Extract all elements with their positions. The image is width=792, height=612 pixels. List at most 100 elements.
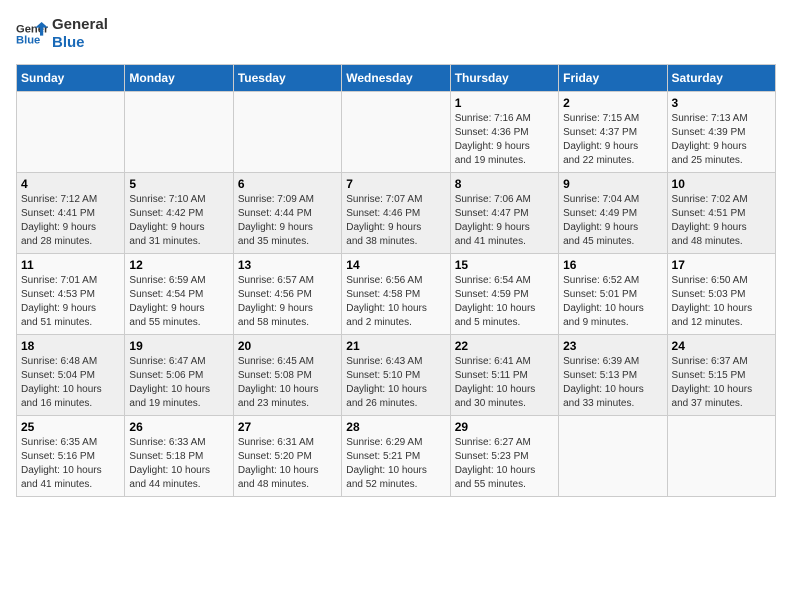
- day-number: 24: [672, 339, 771, 353]
- weekday-header-wednesday: Wednesday: [342, 65, 450, 92]
- logo: General Blue General Blue: [16, 16, 108, 52]
- day-number: 20: [238, 339, 337, 353]
- day-info: Sunrise: 7:15 AM Sunset: 4:37 PM Dayligh…: [563, 112, 662, 168]
- day-number: 7: [346, 177, 445, 191]
- calendar-cell: 3 Sunrise: 7:13 AM Sunset: 4:39 PM Daylig…: [667, 92, 775, 173]
- day-info: Sunrise: 7:01 AM Sunset: 4:53 PM Dayligh…: [21, 274, 120, 330]
- day-number: 28: [346, 420, 445, 434]
- day-number: 29: [455, 420, 554, 434]
- calendar-cell: [17, 92, 125, 173]
- day-number: 9: [563, 177, 662, 191]
- day-info: Sunrise: 7:13 AM Sunset: 4:39 PM Dayligh…: [672, 112, 771, 168]
- day-number: 11: [21, 258, 120, 272]
- day-info: Sunrise: 6:35 AM Sunset: 5:16 PM Dayligh…: [21, 436, 120, 492]
- svg-text:Blue: Blue: [16, 35, 40, 47]
- day-info: Sunrise: 6:39 AM Sunset: 5:13 PM Dayligh…: [563, 355, 662, 411]
- calendar-cell: 17Sunrise: 6:50 AM Sunset: 5:03 PM Dayli…: [667, 254, 775, 335]
- calendar-cell: 14 Sunrise: 6:56 AM Sunset: 4:58 PM Dayli…: [342, 254, 450, 335]
- weekday-header-sunday: Sunday: [17, 65, 125, 92]
- calendar-cell: 6 Sunrise: 7:09 AM Sunset: 4:44 PM Daylig…: [233, 173, 341, 254]
- logo-icon: General Blue: [16, 18, 48, 50]
- calendar-cell: 11 Sunrise: 7:01 AM Sunset: 4:53 PM Dayli…: [17, 254, 125, 335]
- day-number: 10: [672, 177, 771, 191]
- calendar-cell: 26Sunrise: 6:33 AM Sunset: 5:18 PM Dayli…: [125, 416, 233, 497]
- day-info: Sunrise: 7:12 AM Sunset: 4:41 PM Dayligh…: [21, 193, 120, 249]
- day-info: Sunrise: 7:10 AM Sunset: 4:42 PM Dayligh…: [129, 193, 228, 249]
- day-number: 4: [21, 177, 120, 191]
- day-number: 8: [455, 177, 554, 191]
- calendar-table: SundayMondayTuesdayWednesdayThursdayFrid…: [16, 64, 776, 497]
- calendar-cell: 13 Sunrise: 6:57 AM Sunset: 4:56 PM Dayli…: [233, 254, 341, 335]
- day-number: 16: [563, 258, 662, 272]
- day-number: 21: [346, 339, 445, 353]
- day-info: Sunrise: 7:04 AM Sunset: 4:49 PM Dayligh…: [563, 193, 662, 249]
- weekday-header-thursday: Thursday: [450, 65, 558, 92]
- day-info: Sunrise: 7:02 AM Sunset: 4:51 PM Dayligh…: [672, 193, 771, 249]
- day-number: 13: [238, 258, 337, 272]
- calendar-cell: 25 Sunrise: 6:35 AM Sunset: 5:16 PM Dayli…: [17, 416, 125, 497]
- day-info: Sunrise: 6:41 AM Sunset: 5:11 PM Dayligh…: [455, 355, 554, 411]
- calendar-cell: 2 Sunrise: 7:15 AM Sunset: 4:37 PM Daylig…: [559, 92, 667, 173]
- day-info: Sunrise: 7:07 AM Sunset: 4:46 PM Dayligh…: [346, 193, 445, 249]
- weekday-header-saturday: Saturday: [667, 65, 775, 92]
- calendar-cell: 24 Sunrise: 6:37 AM Sunset: 5:15 PM Dayli…: [667, 335, 775, 416]
- calendar-week-1: 1Sunrise: 7:16 AM Sunset: 4:36 PM Daylig…: [17, 92, 776, 173]
- day-info: Sunrise: 6:31 AM Sunset: 5:20 PM Dayligh…: [238, 436, 337, 492]
- day-number: 15: [455, 258, 554, 272]
- calendar-cell: [667, 416, 775, 497]
- calendar-cell: 9 Sunrise: 7:04 AM Sunset: 4:49 PM Daylig…: [559, 173, 667, 254]
- calendar-cell: 23 Sunrise: 6:39 AM Sunset: 5:13 PM Dayli…: [559, 335, 667, 416]
- day-info: Sunrise: 6:27 AM Sunset: 5:23 PM Dayligh…: [455, 436, 554, 492]
- day-info: Sunrise: 6:54 AM Sunset: 4:59 PM Dayligh…: [455, 274, 554, 330]
- day-info: Sunrise: 7:06 AM Sunset: 4:47 PM Dayligh…: [455, 193, 554, 249]
- calendar-cell: 28 Sunrise: 6:29 AM Sunset: 5:21 PM Dayli…: [342, 416, 450, 497]
- calendar-cell: [342, 92, 450, 173]
- day-info: Sunrise: 6:37 AM Sunset: 5:15 PM Dayligh…: [672, 355, 771, 411]
- day-info: Sunrise: 6:29 AM Sunset: 5:21 PM Dayligh…: [346, 436, 445, 492]
- calendar-cell: 15 Sunrise: 6:54 AM Sunset: 4:59 PM Dayli…: [450, 254, 558, 335]
- day-number: 5: [129, 177, 228, 191]
- weekday-header-tuesday: Tuesday: [233, 65, 341, 92]
- day-number: 12: [129, 258, 228, 272]
- day-info: Sunrise: 6:43 AM Sunset: 5:10 PM Dayligh…: [346, 355, 445, 411]
- day-number: 26: [129, 420, 228, 434]
- calendar-cell: [559, 416, 667, 497]
- calendar-cell: 5 Sunrise: 7:10 AM Sunset: 4:42 PM Daylig…: [125, 173, 233, 254]
- calendar-cell: 7 Sunrise: 7:07 AM Sunset: 4:46 PM Daylig…: [342, 173, 450, 254]
- calendar-cell: [125, 92, 233, 173]
- calendar-cell: 27 Sunrise: 6:31 AM Sunset: 5:20 PM Dayli…: [233, 416, 341, 497]
- calendar-cell: [233, 92, 341, 173]
- day-number: 6: [238, 177, 337, 191]
- page-header: General Blue General Blue: [16, 16, 776, 52]
- calendar-cell: 1Sunrise: 7:16 AM Sunset: 4:36 PM Daylig…: [450, 92, 558, 173]
- day-number: 17: [672, 258, 771, 272]
- day-number: 18: [21, 339, 120, 353]
- day-info: Sunrise: 6:47 AM Sunset: 5:06 PM Dayligh…: [129, 355, 228, 411]
- calendar-cell: 19 Sunrise: 6:47 AM Sunset: 5:06 PM Dayli…: [125, 335, 233, 416]
- day-number: 22: [455, 339, 554, 353]
- day-number: 2: [563, 96, 662, 110]
- day-info: Sunrise: 7:16 AM Sunset: 4:36 PM Dayligh…: [455, 112, 554, 168]
- calendar-week-5: 25 Sunrise: 6:35 AM Sunset: 5:16 PM Dayli…: [17, 416, 776, 497]
- calendar-cell: 29 Sunrise: 6:27 AM Sunset: 5:23 PM Dayli…: [450, 416, 558, 497]
- day-info: Sunrise: 7:09 AM Sunset: 4:44 PM Dayligh…: [238, 193, 337, 249]
- day-info: Sunrise: 6:59 AM Sunset: 4:54 PM Dayligh…: [129, 274, 228, 330]
- calendar-cell: 4 Sunrise: 7:12 AM Sunset: 4:41 PM Daylig…: [17, 173, 125, 254]
- day-number: 3: [672, 96, 771, 110]
- day-number: 27: [238, 420, 337, 434]
- day-info: Sunrise: 6:57 AM Sunset: 4:56 PM Dayligh…: [238, 274, 337, 330]
- calendar-cell: 12 Sunrise: 6:59 AM Sunset: 4:54 PM Dayli…: [125, 254, 233, 335]
- day-number: 14: [346, 258, 445, 272]
- calendar-week-2: 4 Sunrise: 7:12 AM Sunset: 4:41 PM Daylig…: [17, 173, 776, 254]
- day-info: Sunrise: 6:52 AM Sunset: 5:01 PM Dayligh…: [563, 274, 662, 330]
- calendar-cell: 20 Sunrise: 6:45 AM Sunset: 5:08 PM Dayli…: [233, 335, 341, 416]
- day-info: Sunrise: 6:56 AM Sunset: 4:58 PM Dayligh…: [346, 274, 445, 330]
- day-info: Sunrise: 6:48 AM Sunset: 5:04 PM Dayligh…: [21, 355, 120, 411]
- day-number: 23: [563, 339, 662, 353]
- day-info: Sunrise: 6:45 AM Sunset: 5:08 PM Dayligh…: [238, 355, 337, 411]
- day-number: 19: [129, 339, 228, 353]
- day-number: 25: [21, 420, 120, 434]
- calendar-cell: 18 Sunrise: 6:48 AM Sunset: 5:04 PM Dayli…: [17, 335, 125, 416]
- calendar-week-4: 18 Sunrise: 6:48 AM Sunset: 5:04 PM Dayli…: [17, 335, 776, 416]
- calendar-week-3: 11 Sunrise: 7:01 AM Sunset: 4:53 PM Dayli…: [17, 254, 776, 335]
